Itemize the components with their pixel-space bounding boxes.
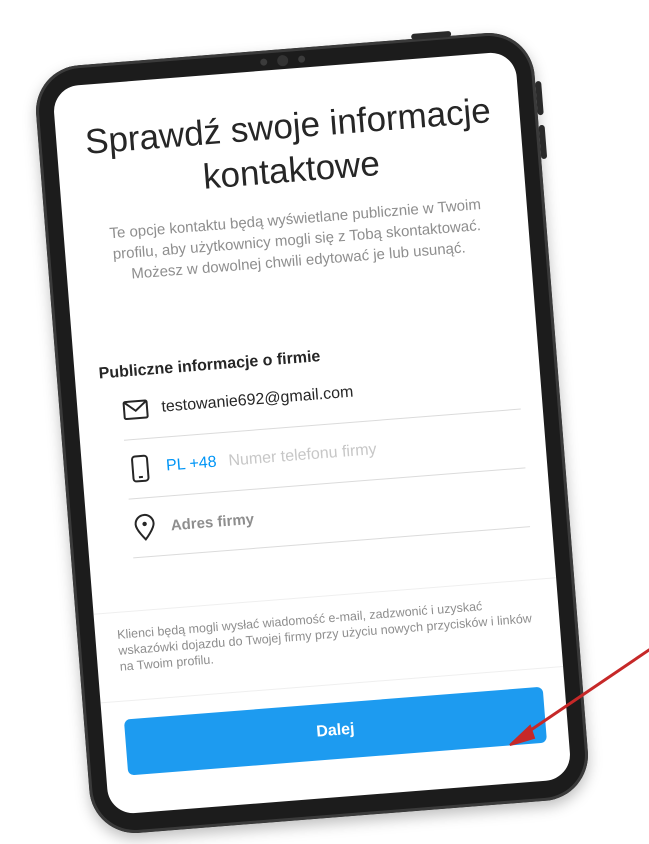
tablet-volume-down-button bbox=[538, 124, 548, 160]
email-value: testowanie692@gmail.com bbox=[160, 383, 354, 416]
sensor-dot bbox=[297, 55, 306, 63]
phone-icon bbox=[125, 454, 155, 484]
page-subtitle: Te opcje kontaktu będą wyświetlane publi… bbox=[108, 196, 482, 283]
contact-info-form: Sprawdź swoje informacje kontaktowe Te o… bbox=[52, 51, 561, 677]
camera-bar bbox=[259, 53, 306, 67]
tablet-volume-up-button bbox=[535, 80, 544, 116]
tablet-top-button bbox=[411, 30, 452, 40]
sensor-dot bbox=[259, 58, 268, 66]
tablet-device: Sprawdź swoje informacje kontaktowe Te o… bbox=[32, 29, 592, 837]
stage: Sprawdź swoje informacje kontaktowe Te o… bbox=[0, 0, 649, 844]
camera-icon bbox=[276, 54, 289, 67]
mail-icon bbox=[121, 395, 151, 425]
country-code-selector[interactable]: PL +48 bbox=[165, 454, 217, 476]
page-title: Sprawdź swoje informacje kontaktowe bbox=[83, 91, 493, 197]
app-screen: Sprawdź swoje informacje kontaktowe Te o… bbox=[52, 50, 572, 816]
address-label: Adres firmy bbox=[170, 510, 255, 534]
phone-number-input[interactable] bbox=[227, 436, 429, 471]
location-pin-icon bbox=[130, 512, 160, 542]
next-button[interactable]: Dalej bbox=[123, 686, 548, 776]
